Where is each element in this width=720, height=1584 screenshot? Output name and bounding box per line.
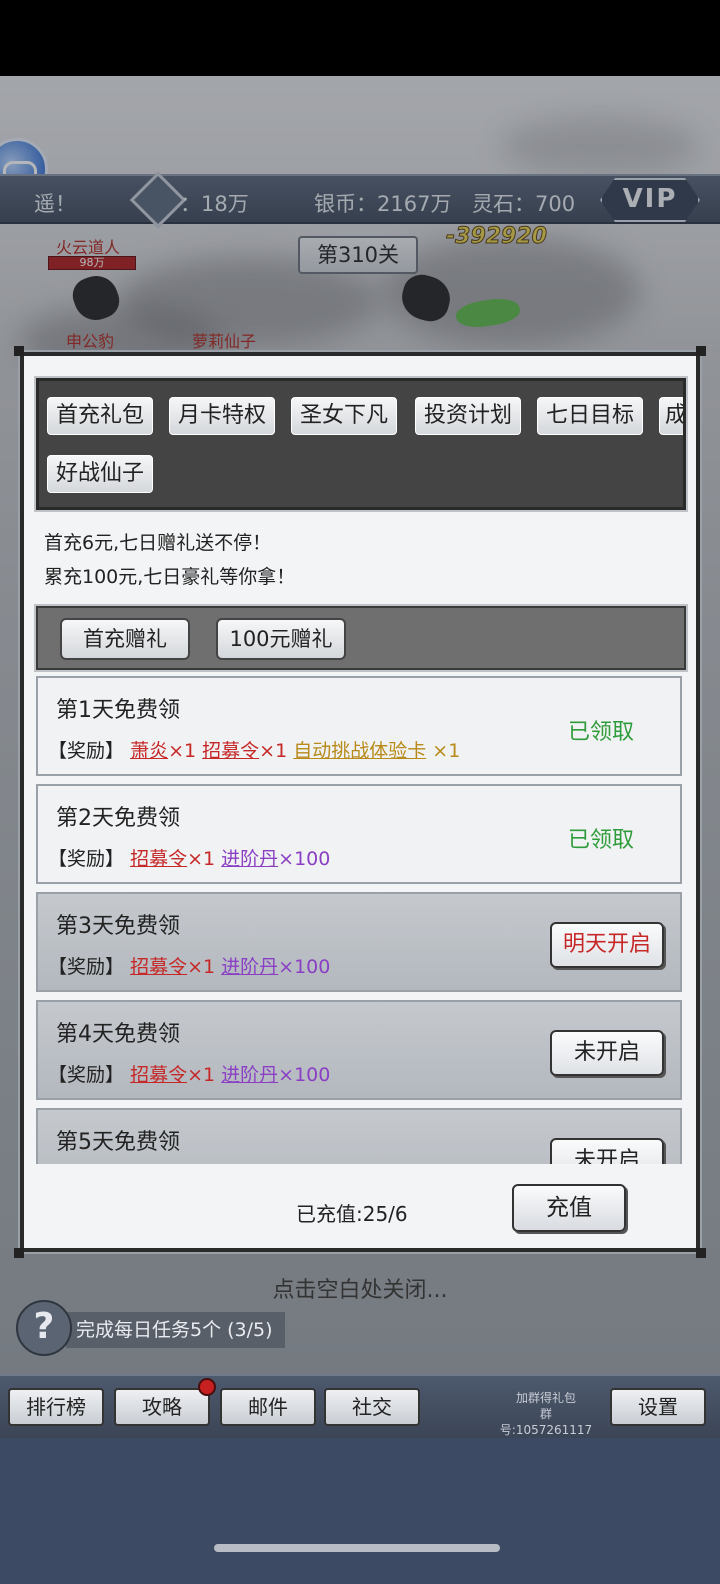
reward-item-link[interactable]: 招募令: [202, 740, 259, 762]
bottom-nav: 排行榜 攻略 邮件 社交 设置: [0, 1374, 720, 1438]
reward-day-3: 第3天免费领 【奖励】 招募令×1 进阶丹×100 明天开启: [36, 892, 682, 992]
day-title: 第2天免费领: [56, 806, 180, 831]
reward-day-1: 第1天免费领 【奖励】 萧炎×1 招募令×1 自动挑战体验卡 ×1 已领取: [36, 676, 682, 776]
reward-label: 【奖励】: [48, 956, 125, 978]
tab-bar: 首充礼包 月卡特权 圣女下凡 投资计划 七日目标 成 好战仙子: [34, 376, 688, 512]
group-gift-text: 加群得礼包: [515, 1391, 576, 1405]
day-title: 第5天免费领: [56, 1130, 180, 1155]
tab-seven-day[interactable]: 七日目标: [535, 395, 645, 437]
settings-button[interactable]: 设置: [610, 1388, 706, 1426]
day-title: 第1天免费领: [56, 698, 180, 723]
bottom-area: [0, 1438, 720, 1584]
corner-decoration: [696, 346, 706, 356]
description-line-2: 累充100元,七日豪礼等你拿！: [44, 566, 296, 588]
reward-qty: ×100: [278, 848, 331, 870]
claimed-status: 已领取: [568, 720, 635, 745]
tab-goddess[interactable]: 圣女下凡: [289, 395, 399, 437]
reward-qty: ×100: [278, 956, 331, 978]
reward-qty: ×1: [187, 956, 216, 978]
tab-first-recharge[interactable]: 首充礼包: [45, 395, 155, 437]
reward-qty: ×100: [278, 1064, 331, 1086]
description-line-1: 首充6元,七日赠礼送不停！: [44, 532, 272, 554]
corner-decoration: [696, 1248, 706, 1258]
not-open-button[interactable]: 未开启: [550, 1138, 664, 1164]
reward-items: 【奖励】 招募令×1 进阶丹×100: [48, 844, 330, 871]
reward-qty: ×1: [187, 848, 216, 870]
reward-item-link[interactable]: 招募令: [130, 1064, 187, 1086]
recharged-amount: 已充值:25/6: [296, 1202, 408, 1226]
first-recharge-dialog: 首充礼包 月卡特权 圣女下凡 投资计划 七日目标 成 好战仙子 首充6元,七日赠…: [14, 346, 706, 1258]
mail-button[interactable]: 邮件: [220, 1388, 316, 1426]
reward-item-link[interactable]: 萧炎: [130, 740, 168, 762]
day-title: 第3天免费领: [56, 914, 180, 939]
reward-item-link[interactable]: 进阶丹: [221, 956, 278, 978]
reward-day-2: 第2天免费领 【奖励】 招募令×1 进阶丹×100 已领取: [36, 784, 682, 884]
reward-label: 【奖励】: [48, 848, 125, 870]
corner-decoration: [14, 1248, 24, 1258]
group-info[interactable]: 加群得礼包 群号:1057261117: [496, 1390, 596, 1438]
reward-items: 【奖励】 招募令×1 进阶丹×100: [48, 952, 330, 979]
question-icon: ?: [16, 1300, 72, 1356]
rank-button[interactable]: 排行榜: [8, 1388, 104, 1426]
status-bar: [0, 0, 720, 76]
tab-monthly-card[interactable]: 月卡特权: [167, 395, 277, 437]
group-number: 群号:1057261117: [499, 1407, 593, 1437]
reward-label: 【奖励】: [48, 740, 125, 762]
reward-qty: ×1: [168, 740, 197, 762]
reward-qty: ×1: [259, 740, 288, 762]
notification-badge: [198, 1378, 216, 1396]
reward-item-link[interactable]: 自动挑战体验卡: [293, 740, 426, 762]
reward-item-link[interactable]: 进阶丹: [221, 1064, 278, 1086]
daily-task-label: 完成每日任务5个 (3/5): [66, 1312, 285, 1348]
open-tomorrow-button[interactable]: 明天开启: [550, 922, 664, 968]
reward-item-link[interactable]: 招募令: [130, 848, 187, 870]
tab-partial[interactable]: 成: [657, 395, 683, 437]
reward-list[interactable]: 第1天免费领 【奖励】 萧炎×1 招募令×1 自动挑战体验卡 ×1 已领取 第2…: [36, 676, 686, 1164]
reward-label: 【奖励】: [48, 1064, 125, 1086]
reward-qty: ×1: [432, 740, 461, 762]
reward-items: 【奖励】 萧炎×1 招募令×1 自动挑战体验卡 ×1: [48, 736, 460, 763]
reward-item-link[interactable]: 招募令: [130, 956, 187, 978]
claimed-status: 已领取: [568, 828, 635, 853]
sub-tab-bar: 首充赠礼 100元赠礼: [34, 604, 688, 672]
tab-investment[interactable]: 投资计划: [413, 395, 523, 437]
daily-task[interactable]: 完成每日任务5个 (3/5) ?: [16, 1300, 292, 1356]
recharge-button[interactable]: 充值: [512, 1184, 626, 1232]
not-open-button[interactable]: 未开启: [550, 1030, 664, 1076]
reward-day-4: 第4天免费领 【奖励】 招募令×1 进阶丹×100 未开启: [36, 1000, 682, 1100]
reward-item-link[interactable]: 进阶丹: [221, 848, 278, 870]
social-button[interactable]: 社交: [324, 1388, 420, 1426]
home-indicator[interactable]: [214, 1544, 500, 1552]
reward-day-5: 第5天免费领 未开启: [36, 1108, 682, 1164]
guide-button[interactable]: 攻略: [114, 1388, 210, 1426]
reward-items: 【奖励】 招募令×1 进阶丹×100: [48, 1060, 330, 1087]
sub-tab-first-recharge[interactable]: 首充赠礼: [60, 618, 190, 660]
sub-tab-100-recharge[interactable]: 100元赠礼: [216, 618, 346, 660]
corner-decoration: [14, 346, 24, 356]
reward-qty: ×1: [187, 1064, 216, 1086]
tab-battle-fairy[interactable]: 好战仙子: [45, 453, 155, 495]
day-title: 第4天免费领: [56, 1022, 180, 1047]
